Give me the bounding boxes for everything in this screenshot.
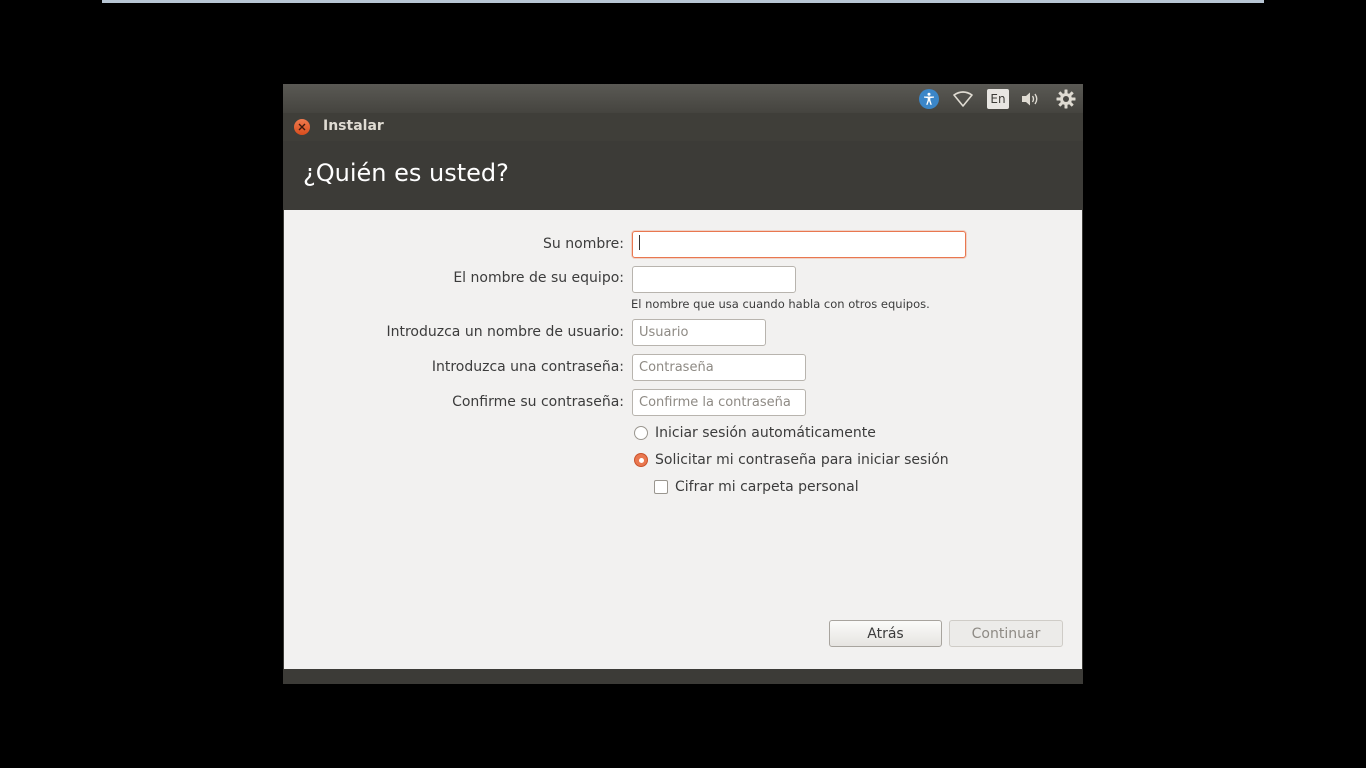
top-screen-strip	[102, 0, 1264, 3]
keyboard-layout-icon: En	[987, 88, 1009, 109]
settings-gear-icon	[1056, 89, 1076, 108]
username-field[interactable]	[632, 319, 766, 346]
window-title: Instalar	[323, 118, 384, 134]
volume-icon	[1022, 92, 1038, 105]
name-field-wrapper	[632, 231, 966, 258]
auto-login-option[interactable]: Iniciar sesión automáticamente	[634, 425, 876, 441]
continue-button[interactable]: Continuar	[949, 620, 1063, 647]
username-label: Introduzca un nombre de usuario:	[386, 324, 624, 340]
bottom-strip	[283, 669, 1083, 684]
require-password-radio[interactable]	[634, 453, 648, 467]
volume-indicator[interactable]	[1020, 88, 1042, 109]
auto-login-label: Iniciar sesión automáticamente	[655, 425, 876, 441]
back-button[interactable]: Atrás	[829, 620, 942, 647]
computer-name-label: El nombre de su equipo:	[453, 270, 624, 286]
session-indicator[interactable]	[1055, 88, 1077, 109]
encrypt-home-checkbox[interactable]	[654, 480, 668, 494]
page-header: ¿Quién es usted?	[283, 141, 1083, 210]
close-button[interactable]	[294, 119, 310, 135]
encrypt-home-label: Cifrar mi carpeta personal	[675, 479, 859, 495]
require-password-option[interactable]: Solicitar mi contraseña para iniciar ses…	[634, 452, 949, 468]
name-label: Su nombre:	[543, 236, 624, 252]
page-title: ¿Quién es usted?	[303, 159, 509, 187]
computer-name-hint: El nombre que usa cuando habla con otros…	[631, 297, 930, 311]
keyboard-layout-indicator[interactable]: En	[986, 88, 1010, 109]
accessibility-indicator[interactable]	[918, 88, 940, 109]
close-icon	[298, 123, 306, 131]
network-indicator[interactable]	[952, 88, 974, 109]
name-field[interactable]	[632, 231, 966, 258]
require-password-label: Solicitar mi contraseña para iniciar ses…	[655, 452, 949, 468]
text-cursor	[639, 235, 640, 250]
encrypt-home-option[interactable]: Cifrar mi carpeta personal	[654, 479, 859, 495]
installer-screen: En Instalar ¿Quién es usted? Su nombre: …	[283, 84, 1083, 684]
user-form: Su nombre: El nombre de su equipo: El no…	[284, 210, 1082, 669]
password-label: Introduzca una contraseña:	[431, 359, 624, 375]
confirm-password-field[interactable]	[632, 389, 806, 416]
window-titlebar: Instalar	[283, 113, 1083, 141]
confirm-password-label: Confirme su contraseña:	[452, 394, 624, 410]
auto-login-radio[interactable]	[634, 426, 648, 440]
top-panel: En	[283, 84, 1083, 113]
password-field[interactable]	[632, 354, 806, 381]
accessibility-icon	[919, 88, 939, 109]
computer-name-field[interactable]	[632, 266, 796, 293]
wifi-icon	[953, 90, 973, 107]
